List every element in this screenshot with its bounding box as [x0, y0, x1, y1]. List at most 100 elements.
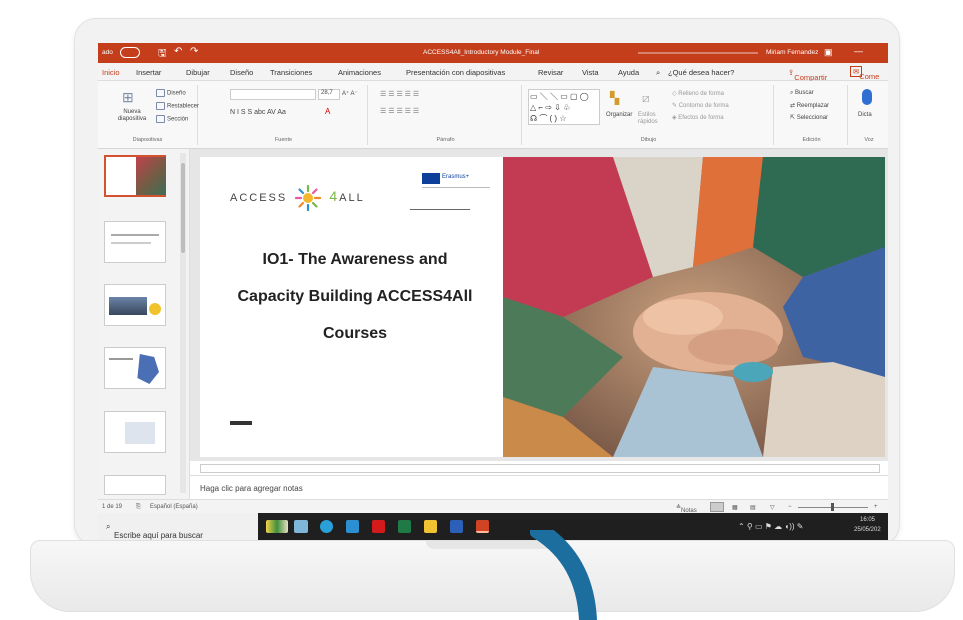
slide-sorter-icon[interactable]: ▦: [732, 504, 738, 511]
group-slides-label: Diapositivas: [132, 137, 163, 143]
group-drawing-label: Dibujo: [640, 137, 657, 143]
grow-font-icon[interactable]: A⁺ A⁻: [342, 90, 358, 97]
quick-styles-button[interactable]: Estilos rápidos: [638, 112, 664, 126]
slide-title[interactable]: IO1- The Awareness and Capacity Building…: [210, 241, 500, 352]
dictate-button[interactable]: Dicta: [858, 112, 872, 118]
thumbnail-map: [125, 422, 155, 444]
layout-icon: [156, 89, 165, 97]
ribbon: ⊞ Nueva diapositiva Diseño Restablecer S…: [98, 81, 888, 149]
replace-button[interactable]: ⇄ Reemplazar: [790, 102, 829, 109]
tab-inicio[interactable]: Inicio: [102, 68, 120, 77]
notes-toggle[interactable]: ≜ Notas: [676, 504, 697, 514]
group-voice: Dicta Voz: [850, 85, 888, 145]
word-icon[interactable]: [450, 520, 463, 533]
section-icon: [156, 115, 165, 123]
notes-placeholder[interactable]: Haga clic para agregar notas: [200, 484, 303, 493]
share-button[interactable]: ⇪ Compartir: [788, 68, 827, 82]
powerpoint-icon[interactable]: [476, 520, 489, 533]
language-indicator[interactable]: Español (España): [150, 504, 198, 510]
quick-styles-icon[interactable]: ⧄: [642, 91, 650, 106]
tab-dibujar[interactable]: Dibujar: [186, 68, 210, 77]
zoom-slider-thumb[interactable]: [831, 503, 834, 511]
zoom-out-icon[interactable]: −: [788, 504, 792, 510]
slide-thumbnail-1[interactable]: [104, 155, 166, 197]
comments-button[interactable]: ✉ Come: [850, 66, 879, 81]
file-explorer-icon[interactable]: [424, 520, 437, 533]
shape-fill-button[interactable]: ◇ Relleno de forma: [672, 90, 724, 97]
undo-icon[interactable]: ↶: [174, 46, 182, 57]
tab-animaciones[interactable]: Animaciones: [338, 68, 381, 77]
search-icon[interactable]: ⌕: [656, 68, 660, 78]
spellcheck-icon[interactable]: ⎘: [136, 504, 141, 511]
font-format-buttons[interactable]: N I S S abc AV Aa: [230, 109, 286, 116]
windows-taskbar: ⌕ Escribe aquí para buscar ⌃ ⚲ ▭ ⚑ ☁ ◖))…: [98, 513, 888, 540]
taskbar-time[interactable]: 16:05: [860, 517, 875, 523]
align-buttons[interactable]: ☰ ☰ ☰ ☰ ☰: [380, 107, 419, 115]
taskbar-search[interactable]: ⌕ Escribe aquí para buscar: [98, 513, 258, 540]
edge-icon[interactable]: [320, 520, 333, 533]
sun-logo-icon: [295, 185, 322, 211]
netflix-icon[interactable]: [372, 520, 385, 533]
user-name[interactable]: Miriam Fernandez: [766, 49, 818, 56]
shape-effects-button[interactable]: ◈ Efectos de forma: [672, 114, 724, 121]
arrange-icon[interactable]: ▚: [610, 91, 619, 105]
section-button[interactable]: Sección: [156, 115, 188, 123]
shapes-gallery[interactable]: ▭ ＼ ＼ ▭ ▢ ◯ △ ⌐ ⇨ ⇩ ♧ ☊ ⌒ ( ) ☆: [528, 89, 600, 125]
font-color-icon[interactable]: A: [325, 107, 330, 116]
slide-thumbnail-2[interactable]: [104, 221, 166, 263]
slide-horizontal-scrollbar[interactable]: [200, 464, 880, 473]
slide-1[interactable]: ACCESS 4ALL Erasmus+ IO1- The Awareness …: [200, 157, 885, 457]
tab-insertar[interactable]: Insertar: [136, 68, 161, 77]
normal-view-icon[interactable]: [710, 502, 724, 512]
minimize-icon[interactable]: —: [854, 46, 863, 56]
font-name-select[interactable]: [230, 89, 316, 100]
title-bar: ado 🖫 ↶ ↷ ACCESS4All_Introductory Module…: [98, 43, 888, 63]
autosave-toggle[interactable]: [120, 47, 140, 58]
slide-thumbnail-4[interactable]: [104, 347, 166, 389]
thumbnail-scroll-thumb[interactable]: [181, 163, 185, 253]
font-size-select[interactable]: 28,7: [318, 89, 340, 100]
thumbnail-scrollbar[interactable]: [180, 153, 186, 493]
new-slide-icon[interactable]: ⊞: [122, 89, 134, 106]
new-slide-button[interactable]: Nueva diapositiva: [112, 109, 152, 123]
help-search[interactable]: ¿Qué desea hacer?: [668, 68, 734, 77]
group-voice-label: Voz: [864, 137, 874, 143]
cortana-icon[interactable]: [294, 520, 308, 533]
tab-presentacion[interactable]: Presentación con diapositivas: [406, 68, 505, 77]
access4all-logo: ACCESS 4ALL: [230, 185, 365, 211]
zoom-in-icon[interactable]: +: [874, 504, 878, 510]
tab-transiciones[interactable]: Transiciones: [270, 68, 312, 77]
slide-counter: 1 de 19: [102, 504, 123, 510]
search-highlight-icon[interactable]: [266, 520, 288, 533]
list-buttons[interactable]: ☰ ☰ ☰ ☰ ☰: [380, 90, 419, 98]
excel-icon[interactable]: [398, 520, 411, 533]
layout-button[interactable]: Diseño: [156, 89, 186, 97]
find-button[interactable]: ⌕ Buscar: [790, 90, 814, 97]
shape-outline-button[interactable]: ✎ Contorno de forma: [672, 102, 729, 109]
mail-icon[interactable]: [346, 520, 359, 533]
tab-diseno[interactable]: Diseño: [230, 68, 253, 77]
ribbon-display-icon[interactable]: ▣: [824, 47, 833, 58]
tab-revisar[interactable]: Revisar: [538, 68, 563, 77]
save-icon[interactable]: 🖫: [158, 46, 167, 63]
tab-vista[interactable]: Vista: [582, 68, 599, 77]
cable-decoration: [530, 530, 597, 620]
taskbar-search-placeholder: Escribe aquí para buscar: [114, 531, 203, 540]
group-paragraph-label: Párrafo: [436, 137, 455, 143]
select-button[interactable]: ⇱ Seleccionar: [790, 114, 828, 121]
slide-thumbnail-5[interactable]: [104, 411, 166, 453]
reading-view-icon[interactable]: ▤: [750, 504, 756, 511]
tab-ayuda[interactable]: Ayuda: [618, 68, 639, 77]
arrange-button[interactable]: Organizar: [606, 112, 632, 118]
slide-thumbnail-3[interactable]: [104, 284, 166, 326]
slide-dash: [230, 421, 252, 425]
slide-thumbnail-6[interactable]: [104, 475, 166, 495]
slideshow-icon[interactable]: ▽: [770, 504, 775, 511]
reset-label: Restablecer: [167, 103, 200, 110]
tray-icons[interactable]: ⌃ ⚲ ▭ ⚑ ☁ ◖)) ✎: [738, 522, 804, 531]
microphone-icon[interactable]: [862, 89, 872, 105]
taskbar-date[interactable]: 25/05/202: [854, 527, 881, 533]
redo-icon[interactable]: ↷: [190, 46, 198, 57]
notes-pane[interactable]: Haga clic para agregar notas: [190, 475, 888, 499]
reset-button[interactable]: Restablecer: [156, 102, 199, 110]
